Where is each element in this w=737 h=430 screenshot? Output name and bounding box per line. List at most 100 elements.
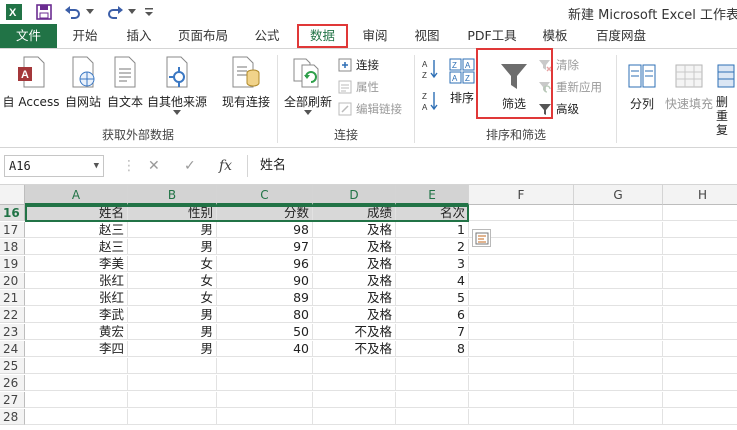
- cell-a28[interactable]: [25, 409, 128, 425]
- column-header-h[interactable]: H: [663, 185, 737, 205]
- cell-b26[interactable]: [128, 375, 217, 391]
- tab-baidu-netdisk[interactable]: 百度网盘: [588, 24, 654, 48]
- cell-h26[interactable]: [663, 375, 737, 391]
- customize-qat-icon[interactable]: [142, 2, 156, 22]
- cell-g19[interactable]: [574, 256, 663, 272]
- cell-c19[interactable]: 96: [217, 256, 313, 272]
- cell-d17[interactable]: 及格: [313, 222, 396, 238]
- from-other-sources-button[interactable]: 自其他来源: [146, 53, 208, 115]
- tab-review[interactable]: 审阅: [352, 24, 398, 48]
- cell-g23[interactable]: [574, 324, 663, 340]
- cell-h18[interactable]: [663, 239, 737, 255]
- connections-button[interactable]: 连接: [338, 55, 379, 75]
- cell-d27[interactable]: [313, 392, 396, 408]
- cell-h23[interactable]: [663, 324, 737, 340]
- cell-g25[interactable]: [574, 358, 663, 374]
- cell-g22[interactable]: [574, 307, 663, 323]
- cell-b18[interactable]: 男: [128, 239, 217, 255]
- cell-e21[interactable]: 5: [396, 290, 469, 306]
- cell-g26[interactable]: [574, 375, 663, 391]
- cell-f24[interactable]: [469, 341, 574, 357]
- cell-b19[interactable]: 女: [128, 256, 217, 272]
- column-header-d[interactable]: D: [313, 185, 396, 205]
- cell-h27[interactable]: [663, 392, 737, 408]
- cell-g16[interactable]: [574, 205, 663, 221]
- cell-a24[interactable]: 李四: [25, 341, 128, 357]
- row-header[interactable]: 18: [0, 239, 25, 255]
- name-box-dropdown-icon[interactable]: ▼: [94, 156, 99, 176]
- row-header[interactable]: 23: [0, 324, 25, 340]
- cell-c23[interactable]: 50: [217, 324, 313, 340]
- row-header[interactable]: 16: [0, 205, 25, 221]
- cell-e24[interactable]: 8: [396, 341, 469, 357]
- cell-d28[interactable]: [313, 409, 396, 425]
- cell-f27[interactable]: [469, 392, 574, 408]
- from-text-button[interactable]: 自文本: [104, 53, 146, 110]
- tab-template[interactable]: 模板: [532, 24, 578, 48]
- cell-a19[interactable]: 李美: [25, 256, 128, 272]
- cell-c27[interactable]: [217, 392, 313, 408]
- cell-a17[interactable]: 赵三: [25, 222, 128, 238]
- row-header[interactable]: 24: [0, 341, 25, 357]
- column-header-g[interactable]: G: [574, 185, 663, 205]
- formula-input[interactable]: 姓名: [247, 155, 735, 177]
- cell-e22[interactable]: 6: [396, 307, 469, 323]
- cell-b17[interactable]: 男: [128, 222, 217, 238]
- cell-h25[interactable]: [663, 358, 737, 374]
- worksheet-grid[interactable]: A B C D E F G H 16 姓名 性别 分数 成绩 名次 17 赵三男 98 及格 1 18 赵三男 97 及格 2…: [0, 185, 737, 430]
- cell-g24[interactable]: [574, 341, 663, 357]
- cell-g18[interactable]: [574, 239, 663, 255]
- cell-f23[interactable]: [469, 324, 574, 340]
- insert-function-icon[interactable]: fx: [219, 157, 232, 175]
- column-header-e[interactable]: E: [396, 185, 469, 205]
- cell-e23[interactable]: 7: [396, 324, 469, 340]
- cell-b22[interactable]: 男: [128, 307, 217, 323]
- flash-fill-button[interactable]: 快速填充: [664, 55, 714, 112]
- cell-f20[interactable]: [469, 273, 574, 289]
- cell-e16[interactable]: 名次: [396, 205, 469, 221]
- cell-c28[interactable]: [217, 409, 313, 425]
- tab-file[interactable]: 文件: [0, 24, 57, 48]
- cell-e17[interactable]: 1: [396, 222, 469, 238]
- tab-insert[interactable]: 插入: [116, 24, 162, 48]
- cell-f19[interactable]: [469, 256, 574, 272]
- cell-d21[interactable]: 及格: [313, 290, 396, 306]
- cell-d20[interactable]: 及格: [313, 273, 396, 289]
- cell-c25[interactable]: [217, 358, 313, 374]
- remove-duplicates-button[interactable]: 删 重复: [716, 55, 737, 137]
- select-all-corner[interactable]: [0, 185, 25, 205]
- cell-d24[interactable]: 不及格: [313, 341, 396, 357]
- row-header[interactable]: 27: [0, 392, 25, 408]
- tab-pdf-tools[interactable]: PDF工具: [460, 24, 524, 48]
- enter-icon[interactable]: ✓: [184, 157, 196, 175]
- row-header[interactable]: 26: [0, 375, 25, 391]
- cell-e26[interactable]: [396, 375, 469, 391]
- cell-f21[interactable]: [469, 290, 574, 306]
- cell-e20[interactable]: 4: [396, 273, 469, 289]
- cell-c22[interactable]: 80: [217, 307, 313, 323]
- cell-f16[interactable]: [469, 205, 574, 221]
- text-to-columns-button[interactable]: 分列: [624, 55, 660, 112]
- cell-e27[interactable]: [396, 392, 469, 408]
- cell-e18[interactable]: 2: [396, 239, 469, 255]
- cell-c17[interactable]: 98: [217, 222, 313, 238]
- cell-c21[interactable]: 89: [217, 290, 313, 306]
- cell-b20[interactable]: 女: [128, 273, 217, 289]
- from-web-button[interactable]: 自网站: [62, 53, 104, 110]
- cell-c20[interactable]: 90: [217, 273, 313, 289]
- cell-b25[interactable]: [128, 358, 217, 374]
- save-icon[interactable]: [34, 2, 54, 22]
- cell-h19[interactable]: [663, 256, 737, 272]
- redo-dropdown-icon[interactable]: [126, 2, 138, 22]
- quick-analysis-icon[interactable]: [472, 229, 491, 247]
- cell-f26[interactable]: [469, 375, 574, 391]
- cell-a22[interactable]: 李武: [25, 307, 128, 323]
- row-header[interactable]: 28: [0, 409, 25, 425]
- tab-page-layout[interactable]: 页面布局: [172, 24, 234, 48]
- cell-b16[interactable]: 性别: [128, 205, 217, 221]
- row-header[interactable]: 22: [0, 307, 25, 323]
- cell-b23[interactable]: 男: [128, 324, 217, 340]
- cell-d23[interactable]: 不及格: [313, 324, 396, 340]
- cell-h22[interactable]: [663, 307, 737, 323]
- properties-button[interactable]: 属性: [338, 77, 379, 97]
